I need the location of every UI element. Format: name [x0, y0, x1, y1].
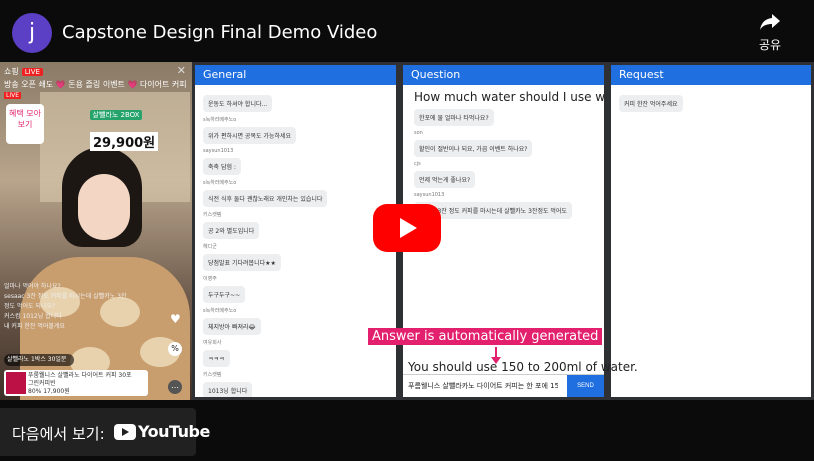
message-sender: s녹하라메주노o	[203, 117, 237, 123]
stream-chat-line: 내 커피 한잔 먹어볼게요	[4, 323, 65, 330]
message-bubble: 두구두구~~	[203, 286, 246, 303]
product-card-title: 푸룸웰니스 살뺄라노 다이어트 커피 30포	[28, 372, 132, 379]
product-badge: 살뺄라노 2BOX	[90, 110, 142, 120]
message-sender: saysun1013	[414, 192, 445, 198]
message-bubble: 커피 한잔 먹어주세요	[619, 95, 683, 112]
generated-answer: You should use 150 to 200ml of water.	[408, 360, 638, 374]
answer-generated-tag: Answer is automatically generated	[368, 328, 603, 345]
request-column: Request 커피 한잔 먹어주세요	[611, 65, 811, 397]
more-icon[interactable]: …	[168, 380, 182, 394]
general-header: General	[195, 65, 396, 85]
stream-top-label: 쇼핑 LIVE	[4, 66, 43, 77]
message-sender: saysun1013	[203, 148, 234, 154]
message-bubble: 운동도 하셔야 합니다...	[203, 95, 273, 112]
stream-banner: 방송 오픈 쇄도 💗 돈용 즐링 이벤트 💗 다이어트 커피	[4, 80, 187, 89]
stream-chat-line: 얼마나 먹어야 하나요?	[4, 283, 61, 290]
product-bar[interactable]: 살뺄라노 1박스 30일분	[4, 354, 74, 366]
message-bubble: 당첨발표 기다려봅니다★★	[203, 254, 281, 271]
product-card[interactable]: 푸룸웰니스 살뺄라노 다이어트 커피 30포 그린커피빈 80% 17,900원	[4, 370, 148, 396]
message-bubble: ㅋㅋㅋ	[203, 350, 230, 367]
message-bubble: 한포에 물 얼마나 타먹나요?	[414, 109, 494, 126]
video-top-bar: j Capstone Design Final Demo Video 공유	[0, 0, 814, 62]
message-sender: 헤디군	[203, 244, 217, 250]
play-icon[interactable]	[373, 204, 441, 252]
product-card-price: 80% 17,900원	[28, 388, 70, 395]
chat-classifier-dashboard: General 운동도 하셔야 합니다... s녹하라메주노o 위가 편하시면 …	[192, 62, 814, 400]
message-bubble: 식전 식후 둘다 괜찮노래요 개인차는 있습니다	[203, 190, 328, 207]
benefit-button[interactable]: 혜택 모아보기	[6, 104, 44, 144]
live-stream-panel: 쇼핑 LIVE ✕ 방송 오픈 쇄도 💗 돈용 즐링 이벤트 💗 다이어트 커피 …	[0, 62, 192, 400]
channel-avatar[interactable]: j	[12, 13, 52, 53]
request-messages: 커피 한잔 먹어주세요	[611, 85, 811, 118]
message-sender: 이영주	[203, 276, 217, 282]
live-badge: LIVE	[21, 68, 43, 76]
stream-chat-line: 정도 먹어도 되나요?	[4, 303, 56, 310]
watch-on-youtube-button[interactable]: 다음에서 보기: YouTube	[0, 408, 210, 456]
message-bubble: 위가 편하시면 공복도 가능하세요	[203, 127, 297, 144]
message-sender: s녹하라메주노o	[203, 308, 237, 314]
discount-icon[interactable]: %	[168, 342, 182, 356]
share-icon	[760, 14, 780, 30]
stream-chat-line: 커스컴 1012닝 합니다	[4, 313, 62, 320]
heart-icon[interactable]: ♥	[170, 312, 181, 326]
arrow-down-icon	[491, 347, 501, 364]
price-label: 29,900원	[90, 132, 159, 151]
message-sender: s녹하라메주노o	[203, 180, 237, 186]
close-icon[interactable]: ✕	[177, 64, 186, 77]
request-header: Request	[611, 65, 811, 85]
message-bubble: 축축 담험 :	[203, 158, 241, 175]
answer-input-row: SEND	[403, 374, 604, 397]
message-bubble: 공 2와 별도입니다	[203, 222, 260, 239]
general-messages: 운동도 하셔야 합니다... s녹하라메주노o 위가 편하시면 공복도 가능하세…	[195, 85, 396, 397]
send-button[interactable]: SEND	[567, 375, 604, 397]
message-sender: 키스캣템	[203, 212, 222, 218]
question-prompt: How much water should I use when making …	[414, 90, 604, 104]
message-sender: son	[414, 130, 423, 136]
message-sender: cjs	[414, 161, 421, 167]
general-column: General 운동도 하셔야 합니다... s녹하라메주노o 위가 편하시면 …	[195, 65, 396, 397]
youtube-wordmark: YouTube	[138, 422, 210, 441]
message-sender: 키스캣템	[203, 372, 222, 378]
live-small-badge: LIVE	[4, 92, 22, 99]
message-sender: 여유희사	[203, 340, 222, 346]
message-bubble: 체지방아 빠져라😂	[203, 318, 261, 335]
video-title[interactable]: Capstone Design Final Demo Video	[62, 22, 377, 43]
answer-input[interactable]	[408, 379, 558, 393]
share-label: 공유	[758, 38, 782, 52]
question-messages: 한포에 물 얼마나 타먹나요? son 할인이 절반이나 되요, 가끔 이벤트 …	[403, 105, 604, 219]
stream-chat-line: sesaac 3잔 정도 커피를 마시는데 살뺄카노 3잔	[4, 293, 127, 300]
stream-chat: 얼마나 먹어야 하나요? sesaac 3잔 정도 커피를 마시는데 살뺄카노 …	[4, 282, 179, 332]
question-header: Question	[403, 65, 604, 85]
share-button[interactable]: 공유	[752, 12, 788, 53]
product-thumbnail	[6, 372, 26, 394]
stream-app-label: 쇼핑	[4, 67, 19, 76]
video-bottom-bar: 다음에서 보기: YouTube	[0, 400, 814, 461]
message-bubble: 언제 먹는게 좋나요?	[414, 171, 476, 188]
host-face	[78, 174, 130, 240]
product-card-subtitle: 그린커피빈	[28, 380, 56, 387]
message-bubble: 할인이 절반이나 되요, 가끔 이벤트 하나요?	[414, 140, 533, 157]
youtube-logo-icon	[114, 424, 136, 440]
watch-on-label: 다음에서 보기:	[12, 425, 105, 443]
message-bubble: 1013닝 합니다	[203, 382, 253, 397]
